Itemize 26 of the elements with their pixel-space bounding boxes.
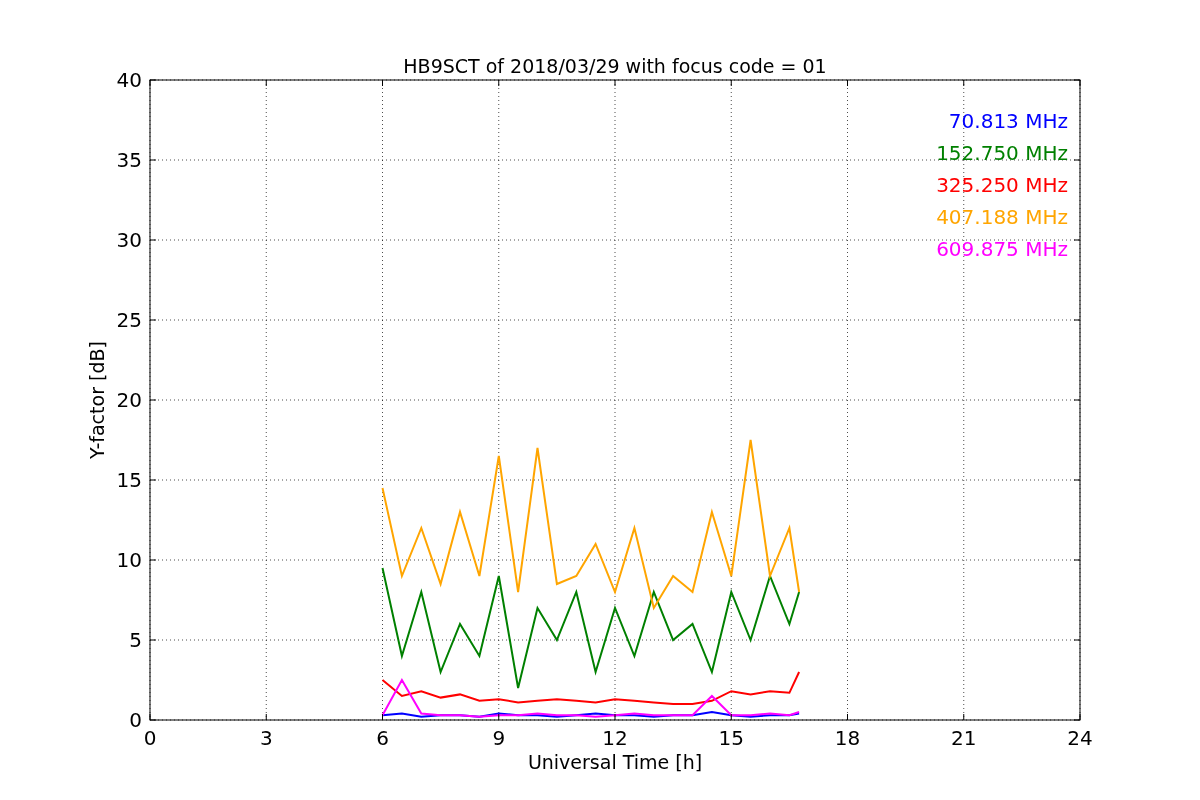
x-tick-label: 3 [259,726,273,750]
legend-label: 325.250 MHz [936,173,1068,197]
x-axis-label: Universal Time [h] [527,751,703,773]
y-tick-label: 5 [129,628,142,652]
y-tick-label: 10 [116,548,142,572]
x-tick-label: 24 [1067,726,1093,750]
x-tick-label: 12 [602,726,628,750]
legend-label: 70.813 MHz [948,109,1068,133]
legend-label: 152.750 MHz [936,141,1068,165]
y-tick-label: 25 [116,308,142,332]
y-axis-label: Y-factor [dB] [86,341,108,459]
x-tick-label: 18 [834,726,861,750]
y-tick-label: 20 [116,388,142,412]
x-tick-label: 21 [951,726,977,750]
legend-label: 407.188 MHz [936,205,1068,229]
x-tick-label: 9 [492,726,506,750]
legend-label: 609.875 MHz [936,237,1068,261]
y-tick-label: 0 [129,708,142,732]
y-tick-label: 30 [116,228,142,252]
x-tick-label: 15 [718,726,744,750]
x-tick-label: 0 [143,726,157,750]
y-tick-label: 15 [116,468,142,492]
y-tick-label: 40 [116,68,142,92]
chart-title: HB9SCT of 2018/03/29 with focus code = 01 [403,55,827,77]
x-tick-label: 6 [376,726,389,750]
y-tick-label: 35 [116,148,142,172]
